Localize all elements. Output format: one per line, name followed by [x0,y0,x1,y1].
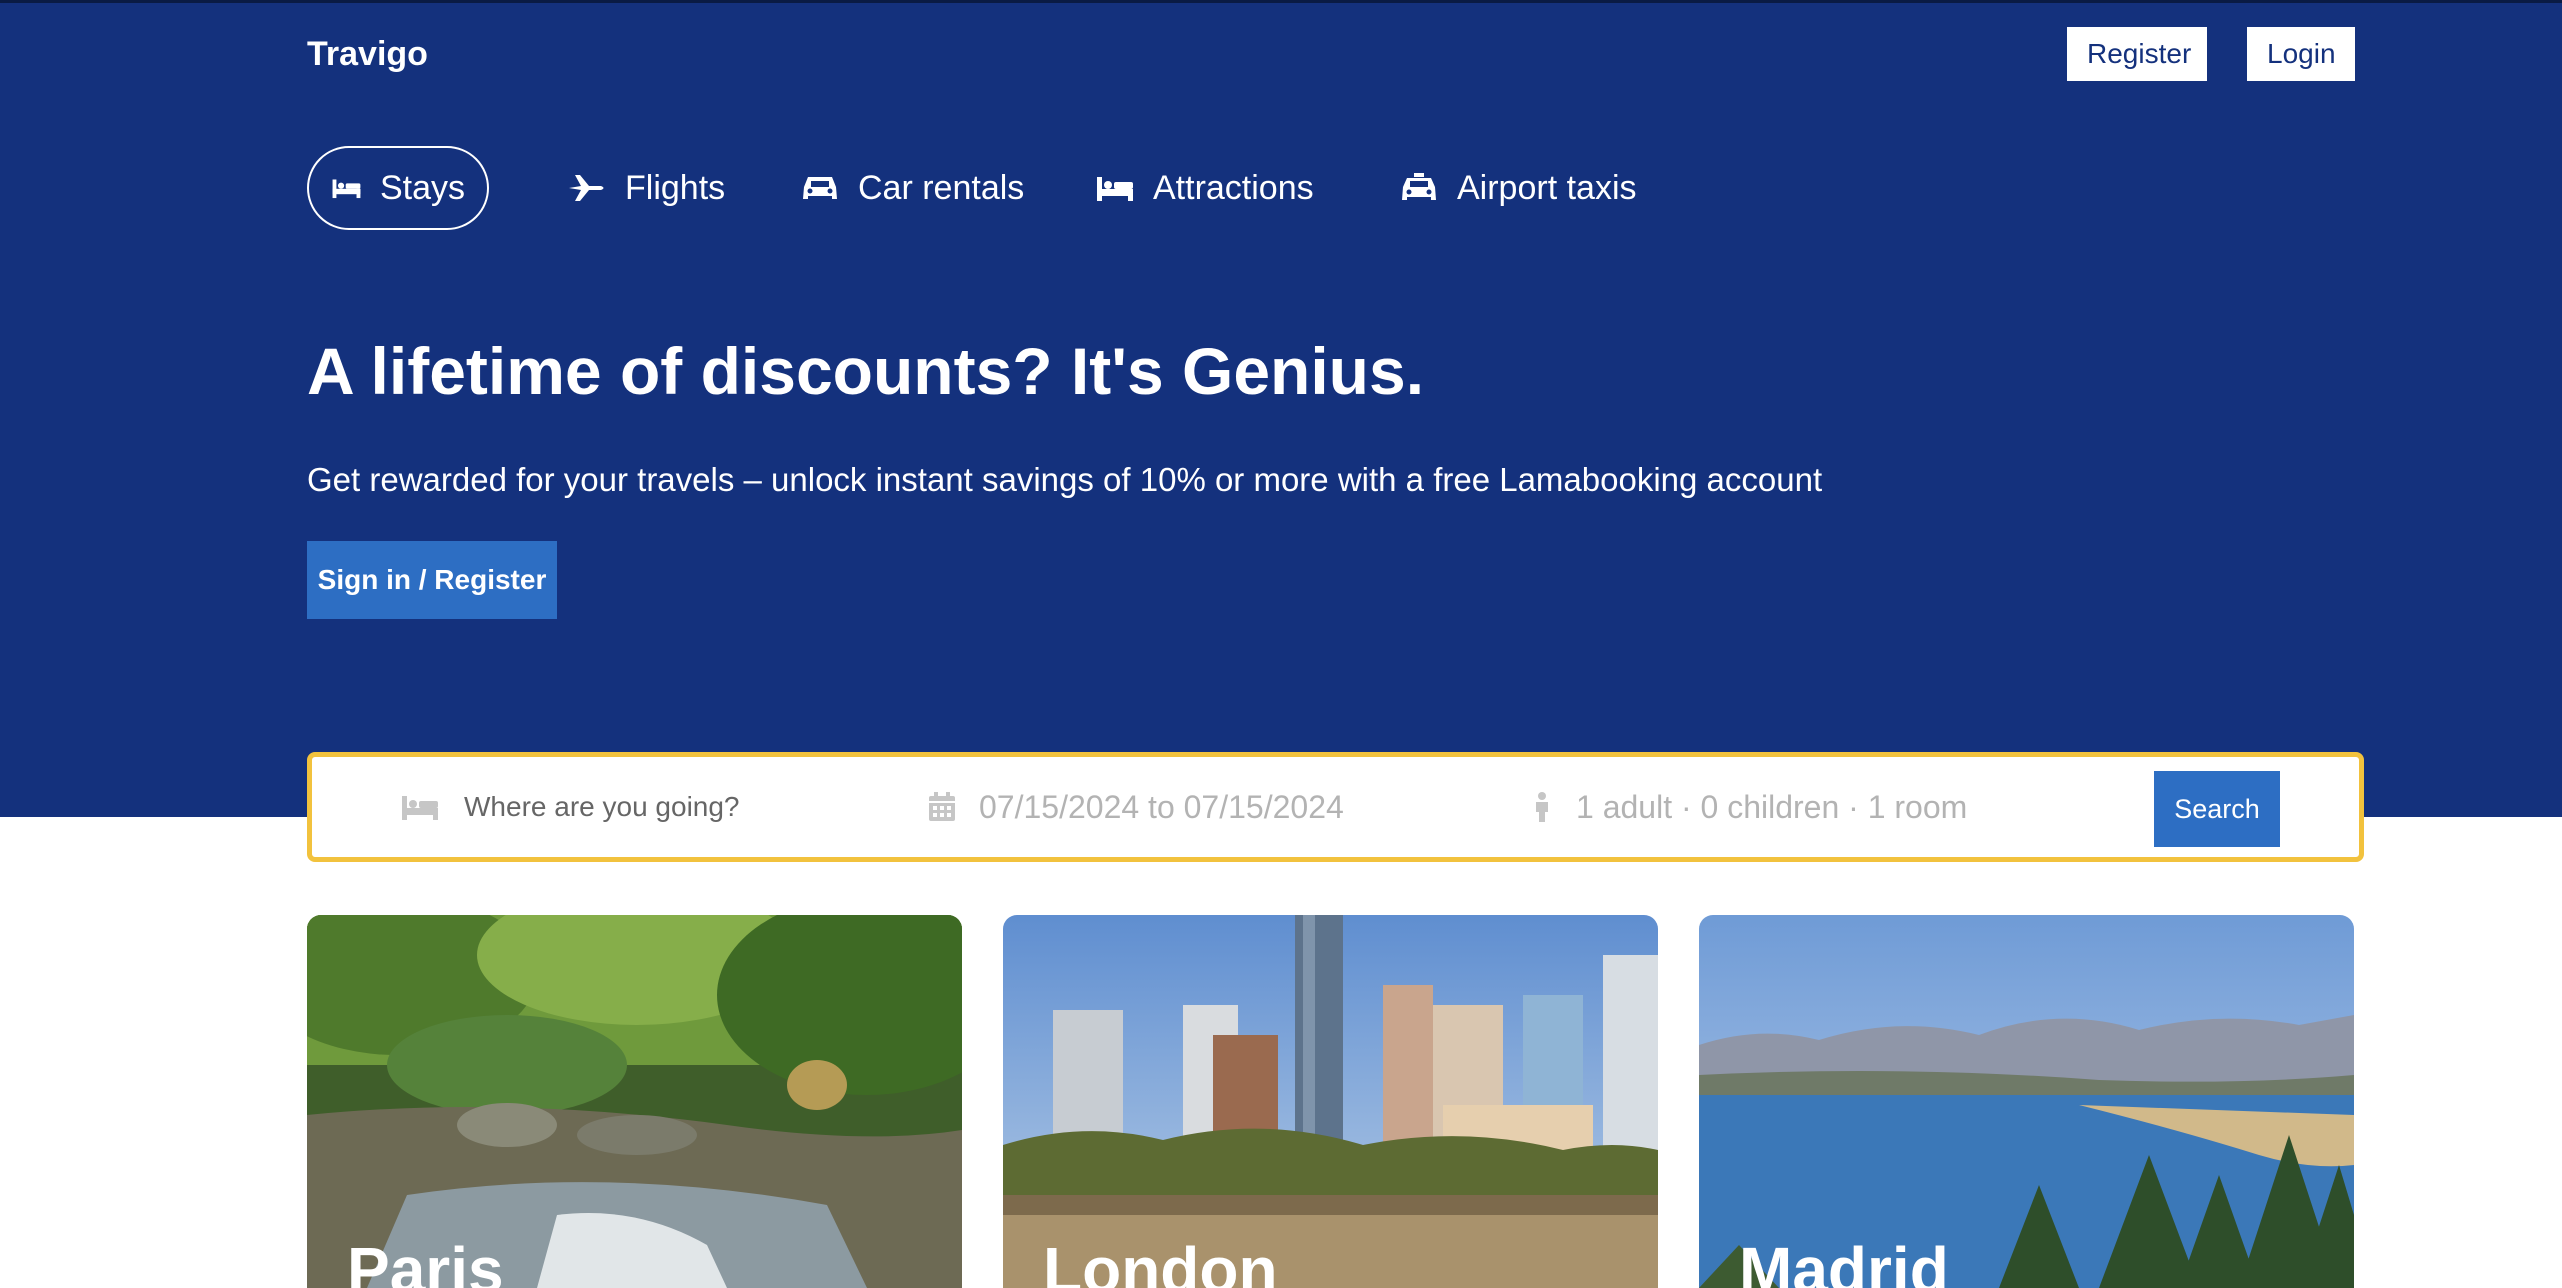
nav-item-airport-taxis[interactable]: Airport taxis [1399,146,1637,230]
bed-icon [402,796,438,820]
date-range-text: 07/15/2024 to 07/15/2024 [979,788,1344,825]
destination-input[interactable] [462,790,906,824]
car-icon [803,177,837,199]
nav-item-flights[interactable]: Flights [567,146,725,230]
hero-banner: Travigo Register Login Stays Flights Car… [0,0,2562,817]
brand-logo[interactable]: Travigo [307,35,428,74]
nav-item-stays[interactable]: Stays [307,146,489,230]
register-button[interactable]: Register [2067,27,2207,81]
destination-card-paris[interactable]: Paris [307,915,962,1288]
nav-item-label: Car rentals [858,168,1025,207]
sign-in-register-button[interactable]: Sign in / Register [307,541,557,619]
nav-item-label: Flights [625,168,726,207]
destination-card-london[interactable]: London [1003,915,1658,1288]
nav-item-label: Stays [379,168,465,207]
destination-name: Paris [347,1234,504,1288]
bed-icon [1097,177,1133,201]
hero-title: A lifetime of discounts? It's Genius. [307,334,1425,408]
person-icon [1536,792,1548,822]
bed-icon [332,179,361,199]
plane-icon [569,175,604,201]
destination-field[interactable] [400,757,906,857]
hero-subtitle: Get rewarded for your travels – unlock i… [307,461,1823,498]
date-field[interactable]: 07/15/2024 to 07/15/2024 [927,757,1344,857]
nav-item-car-rentals[interactable]: Car rentals [800,146,1024,230]
search-button[interactable]: Search [2154,771,2280,847]
taxi-icon [1402,173,1436,200]
destination-name: Madrid [1739,1234,1949,1288]
guests-field[interactable]: 1 adult · 0 children · 1 room [1530,757,1967,857]
nav-item-label: Airport taxis [1457,168,1637,207]
guests-text: 1 adult · 0 children · 1 room [1576,788,1968,825]
nav-item-label: Attractions [1153,168,1314,207]
calendar-icon [929,792,955,821]
search-bar: 07/15/2024 to 07/15/2024 1 adult · 0 chi… [307,752,2364,862]
login-button[interactable]: Login [2247,27,2355,81]
nav-item-attractions[interactable]: Attractions [1095,146,1314,230]
destination-name: London [1043,1234,1278,1288]
destination-card-madrid[interactable]: Madrid [1699,915,2354,1288]
